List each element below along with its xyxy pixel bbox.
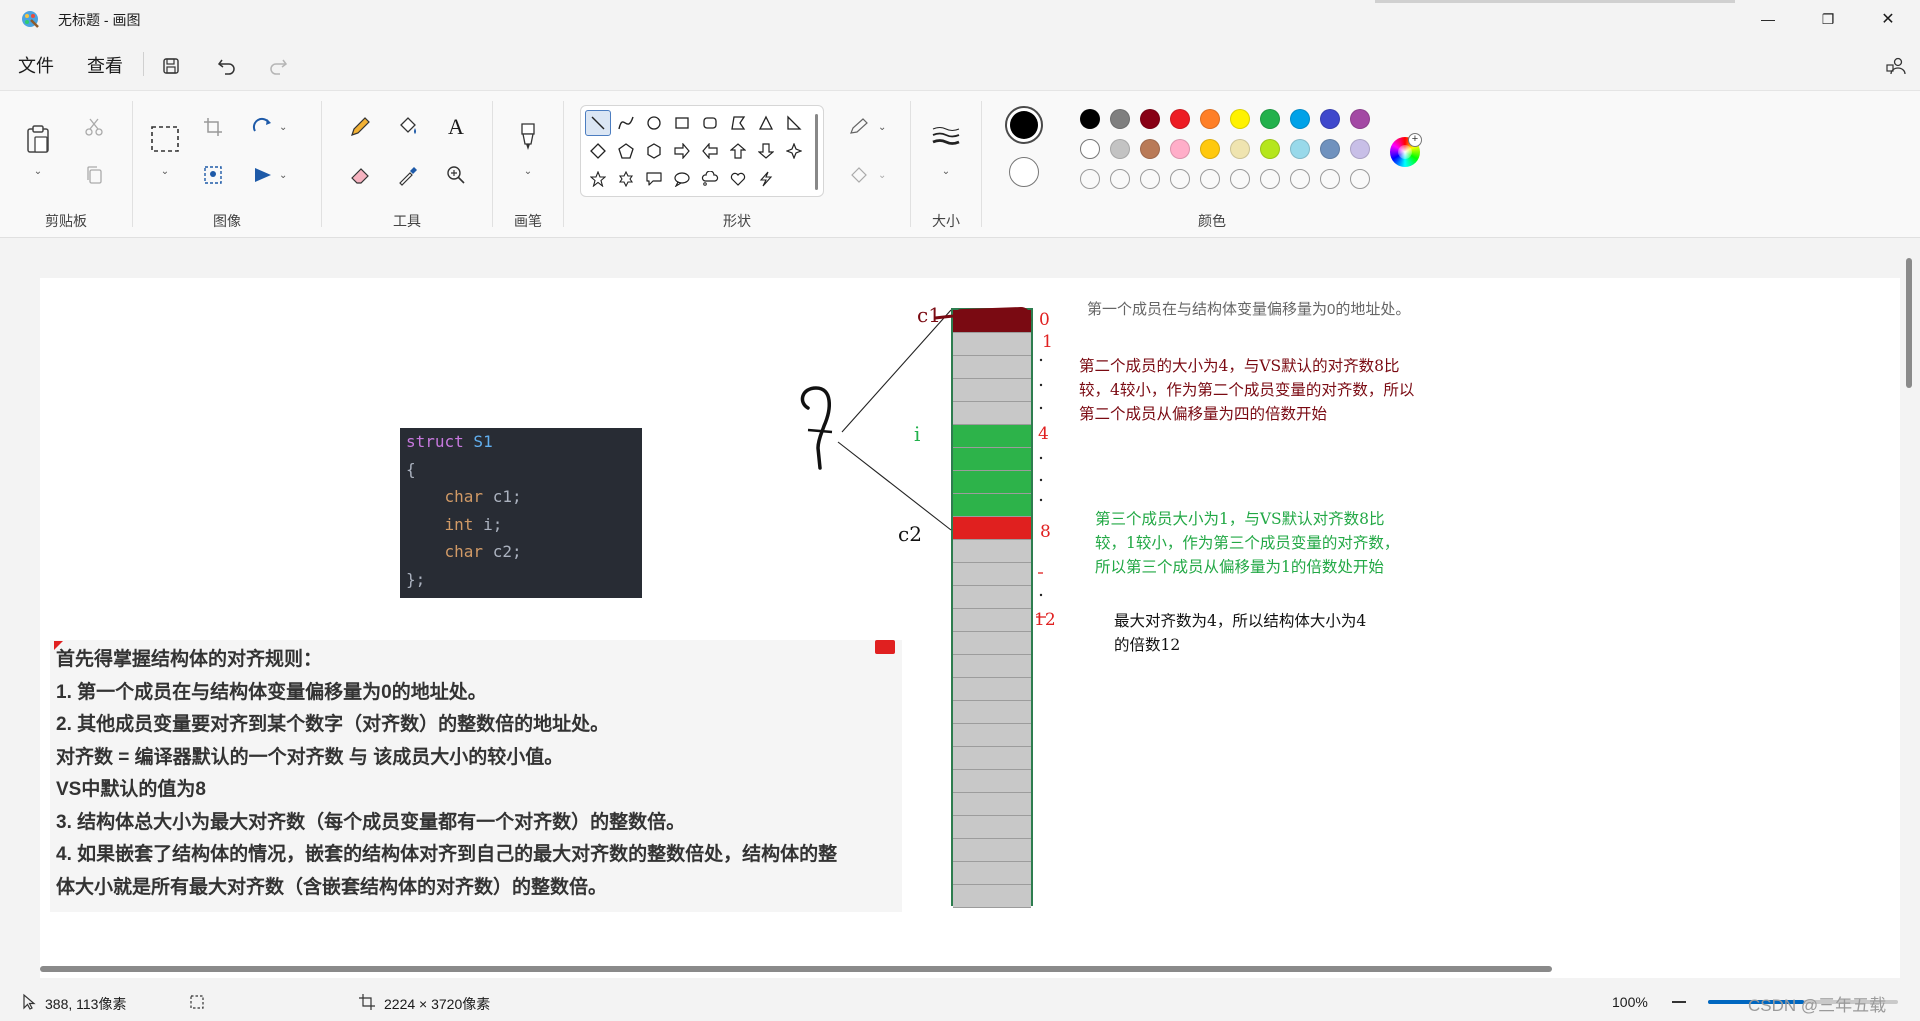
- offset-label-8: 8: [1040, 522, 1051, 542]
- annotation-line: 的倍数12: [1114, 636, 1181, 654]
- annotation-line: 最大对齐数为4，所以结构体大小为4: [1114, 612, 1367, 630]
- annotation-line: 较，4较小，作为第二个成员变量的对齐数，所以: [1079, 381, 1415, 399]
- annotation-line: 较，1较小，作为第三个成员变量的对齐数，: [1095, 534, 1400, 552]
- zoom-out-button[interactable]: [1672, 1001, 1686, 1003]
- label-i: i: [914, 422, 921, 446]
- canvas-size: 2224 × 3720像素: [384, 996, 491, 1012]
- label-c1: c1: [917, 303, 941, 327]
- cursor-position-icon: [23, 993, 36, 1010]
- annotation-total-size: 最大对齐数为4，所以结构体大小为4 的倍数12: [1114, 609, 1366, 657]
- c1-redaction-scribble: [954, 306, 1032, 328]
- cursor-position: 388, 113像素: [45, 996, 127, 1012]
- annotation-first-member: 第一个成员在与结构体变量偏移量为0的地址处。: [1087, 301, 1411, 318]
- offset-label-0: 0: [1039, 310, 1050, 330]
- handdrawn-struct-label: [800, 386, 831, 470]
- connector-line-bottom: [837, 441, 952, 531]
- offset-label-4: 4: [1038, 424, 1049, 444]
- connector-line-top: [841, 309, 952, 433]
- annotation-third-member: 第三个成员大小为1，与VS默认对齐数8比 较，1较小，作为第三个成员变量的对齐数…: [1095, 507, 1399, 579]
- annotation-line: 第二个成员的大小为4，与VS默认的对齐数8比: [1079, 357, 1400, 375]
- zoom-level[interactable]: 100%: [1612, 994, 1648, 1010]
- watermark-text: CSDN @三年五载: [1748, 996, 1887, 1015]
- status-bar: 388, 113像素 2224 × 3720像素 100% CSDN @三年五载: [0, 984, 1920, 1021]
- annotation-second-member: 第二个成员的大小为4，与VS默认的对齐数8比 较，4较小，作为第二个成员变量的对…: [1079, 354, 1414, 426]
- selection-size-icon: [190, 995, 204, 1009]
- annotation-line: 第三个成员大小为1，与VS默认对齐数8比: [1095, 510, 1385, 528]
- handdrawn-overlay: [800, 309, 1046, 618]
- annotation-line: 所以第三个成员从偏移量为1的倍数处开始: [1095, 558, 1384, 576]
- canvas-size-icon: [359, 994, 375, 1010]
- offset-label-1: 1: [1042, 332, 1053, 352]
- annotation-line: 第二个成员从偏移量为四的倍数开始: [1079, 405, 1328, 423]
- handdrawn-struct-label-base: [807, 428, 833, 434]
- label-c2: c2: [898, 522, 922, 546]
- offset-label-12: 12: [1034, 610, 1056, 630]
- offset-dots: [1039, 358, 1043, 597]
